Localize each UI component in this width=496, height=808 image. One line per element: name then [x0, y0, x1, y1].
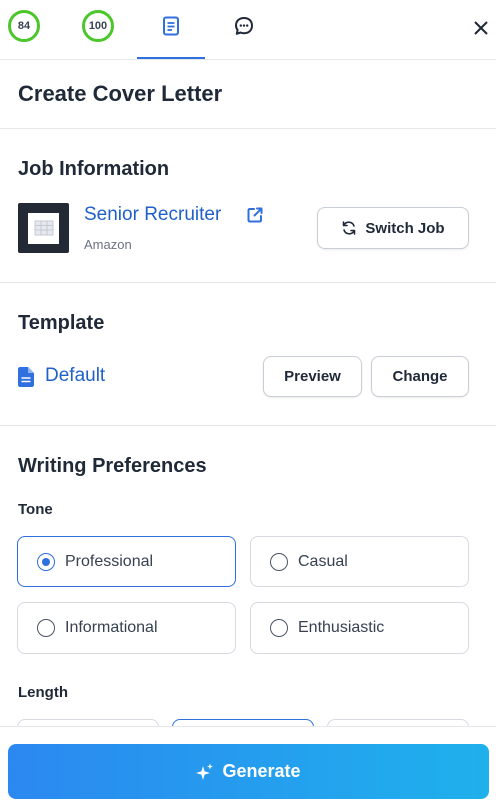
company-logo — [18, 203, 69, 253]
length-option-selected[interactable] — [172, 719, 314, 726]
close-button[interactable] — [470, 17, 492, 39]
page-title: Create Cover Letter — [18, 81, 223, 106]
length-option[interactable] — [327, 719, 469, 726]
bottom-action-bar: Generate — [0, 726, 496, 808]
tone-option-casual[interactable]: Casual — [250, 536, 469, 587]
length-label: Length — [18, 684, 68, 701]
tone-option-professional[interactable]: Professional — [17, 536, 236, 587]
document-icon — [163, 16, 179, 36]
section-title-preferences: Writing Preferences — [18, 455, 207, 477]
tone-option-label: Casual — [298, 552, 348, 570]
score-value: 84 — [17, 20, 31, 32]
top-tab-bar: 84 100 — [0, 0, 496, 60]
switch-job-button[interactable]: Switch Job — [317, 207, 469, 249]
chat-icon — [235, 17, 253, 35]
switch-job-label: Switch Job — [365, 219, 445, 237]
tone-option-informational[interactable]: Informational — [17, 602, 236, 654]
tone-label: Tone — [18, 501, 53, 518]
switch-icon — [343, 221, 356, 235]
active-tab-indicator — [137, 57, 205, 59]
close-icon — [474, 21, 488, 35]
title-section: Create Cover Letter — [0, 60, 496, 129]
template-name: Default — [45, 365, 106, 386]
tone-option-enthusiastic[interactable]: Enthusiastic — [250, 602, 469, 654]
tone-option-label: Enthusiastic — [298, 619, 385, 636]
generate-button[interactable]: Generate — [8, 744, 489, 799]
radio-button[interactable] — [270, 552, 288, 571]
job-title-link[interactable]: Senior Recruiter — [84, 204, 221, 226]
job-information-section: Job Information Senior Recruiter Amazon — [0, 129, 496, 283]
external-link-icon — [247, 207, 263, 223]
length-option[interactable] — [17, 719, 159, 726]
preview-button[interactable]: Preview — [263, 356, 362, 397]
radio-button[interactable] — [37, 552, 55, 571]
score-value: 100 — [88, 20, 108, 32]
template-section: Template Default Preview Change — [0, 283, 496, 426]
tone-option-label: Informational — [65, 619, 158, 636]
generate-label: Generate — [222, 761, 301, 781]
tab-cover-letter[interactable] — [159, 14, 183, 38]
tone-option-label: Professional — [65, 552, 154, 570]
radio-button[interactable] — [37, 619, 55, 637]
section-title-template: Template — [18, 312, 105, 334]
writing-preferences-section: Writing Preferences Tone Professional Ca… — [0, 426, 496, 726]
radio-selected-dot — [42, 557, 50, 566]
score-badge-second[interactable]: 100 — [82, 10, 114, 42]
file-icon — [18, 367, 34, 387]
section-title-job: Job Information — [18, 158, 170, 180]
building-icon — [34, 220, 53, 236]
sparkle-icon — [196, 763, 214, 780]
score-badge-first[interactable]: 84 — [8, 10, 40, 42]
external-link-button[interactable] — [245, 205, 265, 225]
change-button[interactable]: Change — [371, 356, 469, 397]
company-name: Amazon — [84, 237, 132, 252]
radio-button[interactable] — [270, 619, 288, 637]
tab-chat[interactable] — [232, 14, 256, 38]
